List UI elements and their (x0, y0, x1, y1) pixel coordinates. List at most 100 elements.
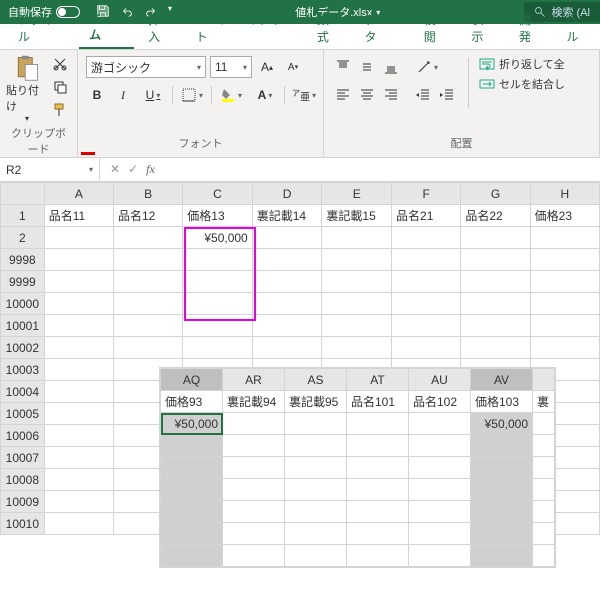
cell[interactable]: 価格13 (183, 205, 252, 227)
tab-view[interactable]: 表示 (461, 7, 505, 49)
cell[interactable]: ¥50,000 (183, 227, 252, 249)
align-middle-icon[interactable] (356, 56, 378, 78)
cell[interactable] (392, 227, 461, 249)
cell[interactable]: 品名21 (392, 205, 461, 227)
cell[interactable]: 裏 (533, 391, 555, 413)
align-left-icon[interactable] (332, 84, 354, 106)
col-header[interactable]: B (113, 183, 182, 205)
row-header[interactable]: 1 (1, 205, 45, 227)
indent-decrease-icon[interactable] (412, 84, 434, 106)
float-window[interactable]: AQ AR AS AT AU AV 価格93 裏記載94 裏記載95 品名101… (160, 368, 555, 567)
increase-font-icon[interactable]: A▴ (256, 56, 278, 78)
row-header[interactable]: 9998 (1, 249, 45, 271)
cell[interactable]: 品名101 (347, 391, 409, 413)
tab-help[interactable]: ヘル (556, 7, 600, 49)
row-header[interactable]: 10006 (1, 425, 45, 447)
italic-button[interactable]: I (112, 84, 134, 106)
col-header[interactable]: AT (347, 369, 409, 391)
tab-home[interactable]: ホーム (79, 5, 134, 49)
cell[interactable] (347, 413, 409, 435)
cell[interactable] (409, 413, 471, 435)
cell[interactable] (285, 413, 347, 435)
decrease-font-icon[interactable]: A▾ (282, 56, 304, 78)
cell[interactable]: 品名11 (44, 205, 113, 227)
row-header[interactable]: 10007 (1, 447, 45, 469)
row-header[interactable]: 2 (1, 227, 45, 249)
orientation-icon[interactable]: ▾ (412, 56, 442, 78)
col-header[interactable]: H (530, 183, 599, 205)
fx-icon[interactable]: fx (146, 162, 155, 177)
cell[interactable] (44, 227, 113, 249)
cell[interactable]: 価格23 (530, 205, 599, 227)
cell[interactable]: 裏記載94 (223, 391, 285, 413)
row-header[interactable]: 10003 (1, 359, 45, 381)
bold-button[interactable]: B (86, 84, 108, 106)
font-color-button[interactable]: A▾ (250, 84, 280, 106)
cell[interactable]: 品名102 (409, 391, 471, 413)
name-box[interactable]: R2▾ (0, 158, 100, 181)
cell[interactable] (252, 227, 322, 249)
col-header[interactable]: AR (223, 369, 285, 391)
font-size-combo[interactable]: 11▾ (210, 56, 252, 78)
tab-review[interactable]: 校閲 (414, 7, 458, 49)
wrap-text-button[interactable]: 折り返して全 (479, 56, 565, 72)
align-top-icon[interactable] (332, 56, 354, 78)
col-header[interactable]: AV (471, 369, 533, 391)
cell[interactable]: 品名12 (113, 205, 182, 227)
col-header[interactable] (533, 369, 555, 391)
col-header[interactable]: AQ (161, 369, 223, 391)
paste-button[interactable]: 貼り付け ▾ (6, 54, 48, 123)
select-all-corner[interactable] (1, 183, 45, 205)
row-header[interactable]: 9999 (1, 271, 45, 293)
tab-data[interactable]: データ (354, 7, 409, 49)
border-button[interactable]: ▾ (177, 84, 207, 106)
tab-insert[interactable]: 挿入 (138, 7, 182, 49)
fill-color-button[interactable]: ▾ (216, 84, 246, 106)
row-header[interactable]: 10010 (1, 513, 45, 535)
col-header[interactable]: E (322, 183, 392, 205)
format-painter-icon[interactable] (52, 102, 68, 121)
cut-icon[interactable] (52, 56, 68, 75)
align-bottom-icon[interactable] (380, 56, 402, 78)
col-header[interactable]: G (461, 183, 530, 205)
row-header[interactable]: 10001 (1, 315, 45, 337)
col-header[interactable]: D (252, 183, 322, 205)
cell[interactable] (533, 413, 555, 435)
row-header[interactable]: 10000 (1, 293, 45, 315)
indent-increase-icon[interactable] (436, 84, 458, 106)
cell[interactable] (322, 227, 392, 249)
align-center-icon[interactable] (356, 84, 378, 106)
cell[interactable]: 価格93 (161, 391, 223, 413)
cancel-formula-icon[interactable]: ✕ (110, 162, 120, 177)
col-header[interactable]: AU (409, 369, 471, 391)
align-right-icon[interactable] (380, 84, 402, 106)
cell[interactable] (530, 227, 599, 249)
cell[interactable]: ¥50,000 (161, 413, 223, 435)
row-header[interactable]: 10009 (1, 491, 45, 513)
cell[interactable]: 裏記載14 (252, 205, 322, 227)
tab-layout[interactable]: ページ レイアウト (186, 7, 303, 49)
font-name-combo[interactable]: 游ゴシック▾ (86, 56, 206, 78)
worksheet[interactable]: A B C D E F G H 1 品名11 品名12 価格13 裏記載14 裏… (0, 182, 600, 535)
row-header[interactable]: 10004 (1, 381, 45, 403)
row-header[interactable]: 10005 (1, 403, 45, 425)
cell[interactable]: 品名22 (461, 205, 530, 227)
row-header[interactable]: 10008 (1, 469, 45, 491)
cell[interactable]: ¥50,000 (471, 413, 533, 435)
cell[interactable]: 裏記載95 (285, 391, 347, 413)
row-header[interactable]: 10002 (1, 337, 45, 359)
cell[interactable]: 裏記載15 (322, 205, 392, 227)
copy-icon[interactable] (52, 79, 68, 98)
cell[interactable] (461, 227, 530, 249)
cell[interactable] (223, 413, 285, 435)
underline-button[interactable]: U▾ (138, 84, 168, 106)
cell[interactable] (113, 227, 182, 249)
phonetic-button[interactable]: ア亜▾ (289, 84, 319, 106)
col-header[interactable]: A (44, 183, 113, 205)
tab-formula[interactable]: 数式 (307, 7, 351, 49)
cell[interactable]: 価格103 (471, 391, 533, 413)
col-header[interactable]: AS (285, 369, 347, 391)
col-header[interactable]: C (183, 183, 252, 205)
tab-dev[interactable]: 開発 (509, 7, 553, 49)
merge-cells-button[interactable]: セルを結合し (479, 76, 565, 92)
